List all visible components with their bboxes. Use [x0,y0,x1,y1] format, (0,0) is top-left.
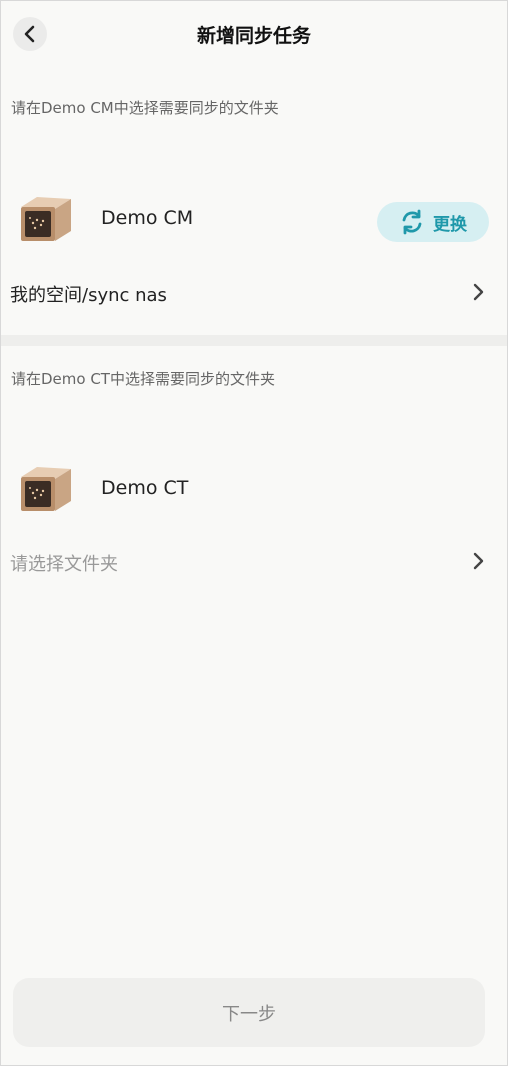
nas-device-icon [21,467,71,511]
refresh-icon [402,209,422,235]
source-folder-path: 我的空间/sync nas [10,285,167,306]
chevron-right-icon [473,552,484,570]
header: 新增同步任务 [1,1,507,73]
source-hint: 请在Demo CM中选择需要同步的文件夹 [11,99,279,117]
chevron-right-icon [473,283,484,301]
target-folder-row[interactable]: 请选择文件夹 [1,538,507,584]
source-folder-row[interactable]: 我的空间/sync nas [1,269,507,315]
source-device-row: Demo CM 更换 [15,193,489,249]
source-device-name: Demo CM [101,207,194,229]
target-hint: 请在Demo CT中选择需要同步的文件夹 [11,370,275,388]
change-device-button[interactable]: 更换 [377,202,489,242]
target-device-name: Demo CT [101,477,189,499]
page-title: 新增同步任务 [196,25,311,47]
target-device-row: Demo CT [15,463,489,519]
change-label: 更换 [433,214,467,235]
next-step-button[interactable]: 下一步 [13,978,485,1047]
section-divider [1,335,507,346]
target-folder-placeholder: 请选择文件夹 [10,554,118,575]
nas-device-icon [21,197,71,241]
